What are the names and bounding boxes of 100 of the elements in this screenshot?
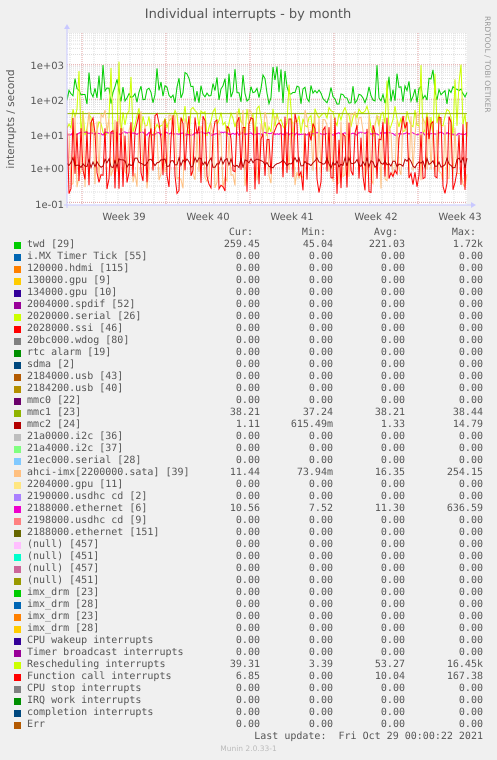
legend-label: imx_drm [28] xyxy=(27,599,100,611)
value-cell-text: 0.00 xyxy=(234,539,260,551)
value-cell-text: 0.00 xyxy=(458,251,483,263)
value-cell-text: 0.00 xyxy=(234,575,260,587)
value-cell-text: 0.00 xyxy=(308,623,333,635)
value-cell-text: 0.00 xyxy=(380,563,405,575)
value-cell-text: 0.00 xyxy=(458,275,483,287)
value-cell-text: 0.00 xyxy=(234,431,260,443)
legend-label: (null) [451] xyxy=(27,551,100,563)
value-cell-text: 0.00 xyxy=(458,323,483,335)
value-cell-text: 0.00 xyxy=(308,371,333,383)
value-cell-text: 0.00 xyxy=(308,719,333,731)
value-cell-text: 0.00 xyxy=(234,599,260,611)
y-axis-label: interrupts / second xyxy=(5,69,17,169)
value-cell-text: 0.00 xyxy=(380,359,405,371)
value-cell-text: 0.00 xyxy=(380,263,405,275)
last-update-text: Last update: Fri Oct 29 00:00:22 2021 xyxy=(254,731,484,743)
legend-label: imx_drm [23] xyxy=(27,587,100,599)
value-cell-text: 0.00 xyxy=(234,443,260,455)
value-cell-text: 0.00 xyxy=(380,431,405,443)
legend-label: rtc alarm [19] xyxy=(27,347,112,359)
value-cell-text: 38.21 xyxy=(374,407,405,419)
value-cell-text: 0.00 xyxy=(308,251,333,263)
value-cell-text: 0.00 xyxy=(458,359,483,371)
value-cell-text: 0.00 xyxy=(234,263,260,275)
value-cell-text: 0.00 xyxy=(308,299,333,311)
value-cell-text: 0.00 xyxy=(380,455,405,467)
value-cell-text: 0.00 xyxy=(380,611,405,623)
value-cell-text: 0.00 xyxy=(458,479,483,491)
value-cell-text: 0.00 xyxy=(458,575,483,587)
value-cell-text: 0.00 xyxy=(458,587,483,599)
value-cell-text: 0.00 xyxy=(458,491,483,503)
value-cell-text: 0.00 xyxy=(458,335,483,347)
value-cell-text: 0.00 xyxy=(234,647,260,659)
legend-label: twd [29] xyxy=(27,239,76,251)
value-cell-text: 0.00 xyxy=(234,311,260,323)
value-cell-text: 0.00 xyxy=(458,395,483,407)
legend-label: 2204000.gpu [11] xyxy=(27,479,124,491)
value-cell-text: 0.00 xyxy=(234,287,260,299)
x-tick-label: Week 42 xyxy=(354,212,398,223)
value-cell-text: 0.00 xyxy=(308,599,333,611)
legend-label: 2198000.usdhc cd [9] xyxy=(27,515,148,527)
value-cell-text: 11.30 xyxy=(374,503,405,515)
value-cell-text: 0.00 xyxy=(458,611,483,623)
value-cell-text: 0.00 xyxy=(458,455,483,467)
value-cell-text: 11.44 xyxy=(228,467,260,479)
legend-label: mmc0 [22] xyxy=(27,395,82,407)
value-cell-text: 0.00 xyxy=(458,443,483,455)
value-cell-text: 0.00 xyxy=(380,287,405,299)
value-cell-text: 0.00 xyxy=(380,383,405,395)
value-cell-text: 0.00 xyxy=(380,335,405,347)
value-cell-text: 0.00 xyxy=(380,275,405,287)
legend-label: 2188000.ethernet [6] xyxy=(27,503,148,515)
column-header: Cur: xyxy=(228,227,254,239)
value-cell-text: 0.00 xyxy=(380,707,405,719)
value-cell-text: 0.00 xyxy=(234,707,260,719)
value-cell-text: 0.00 xyxy=(308,335,333,347)
legend-label: CPU stop interrupts xyxy=(27,683,142,695)
value-cell-text: 0.00 xyxy=(234,623,260,635)
value-cell-text: 0.00 xyxy=(234,383,260,395)
value-cell-text: 0.00 xyxy=(234,371,260,383)
value-cell-text: 38.21 xyxy=(228,407,260,419)
value-cell-text: 0.00 xyxy=(458,719,483,731)
value-cell-text: 1.72k xyxy=(452,239,483,251)
value-cell-text: 0.00 xyxy=(380,647,405,659)
value-cell-text: 0.00 xyxy=(234,479,260,491)
value-cell-text: 16.45k xyxy=(446,659,483,671)
value-cell-text: 0.00 xyxy=(380,251,405,263)
value-cell-text: 0.00 xyxy=(458,527,483,539)
value-cell-text: 0.00 xyxy=(458,551,483,563)
legend-label: mmc2 [24] xyxy=(27,419,82,431)
value-cell-text: 0.00 xyxy=(380,623,405,635)
value-cell-text: 0.00 xyxy=(234,719,260,731)
legend-label: 2004000.spdif [52] xyxy=(27,299,136,311)
value-cell-text: 37.24 xyxy=(302,407,333,419)
value-cell-text: 0.00 xyxy=(380,635,405,647)
legend-label: 21ec000.serial [28] xyxy=(27,455,142,467)
value-cell-text: 0.00 xyxy=(380,347,405,359)
legend-label: (null) [457] xyxy=(27,539,100,551)
legend-label: mmc1 [23] xyxy=(27,407,82,419)
value-cell-text: 3.39 xyxy=(308,659,333,671)
x-tick-label: Week 41 xyxy=(270,212,314,223)
value-cell-text: 0.00 xyxy=(380,371,405,383)
value-cell-text: 0.00 xyxy=(234,323,260,335)
column-header: Min: xyxy=(300,227,327,239)
value-cell-text: 0.00 xyxy=(308,515,333,527)
y-tick-label: 1e+03 xyxy=(30,61,64,72)
value-cell-text: 0.00 xyxy=(458,515,483,527)
value-cell-text: 615.49m xyxy=(290,419,333,431)
column-header: Max: xyxy=(450,227,477,239)
value-cell-text: 0.00 xyxy=(458,623,483,635)
value-cell-text: 167.38 xyxy=(446,671,483,683)
legend-label: imx_drm [28] xyxy=(27,623,100,635)
value-cell-text: 0.00 xyxy=(458,563,483,575)
legend-label: 21a4000.i2c [37] xyxy=(27,443,124,455)
value-cell-text: 0.00 xyxy=(380,443,405,455)
value-cell-text: 0.00 xyxy=(380,551,405,563)
value-cell-text: 0.00 xyxy=(308,563,333,575)
legend-label: Rescheduling interrupts xyxy=(27,659,166,671)
value-cell-text: 0.00 xyxy=(234,527,260,539)
